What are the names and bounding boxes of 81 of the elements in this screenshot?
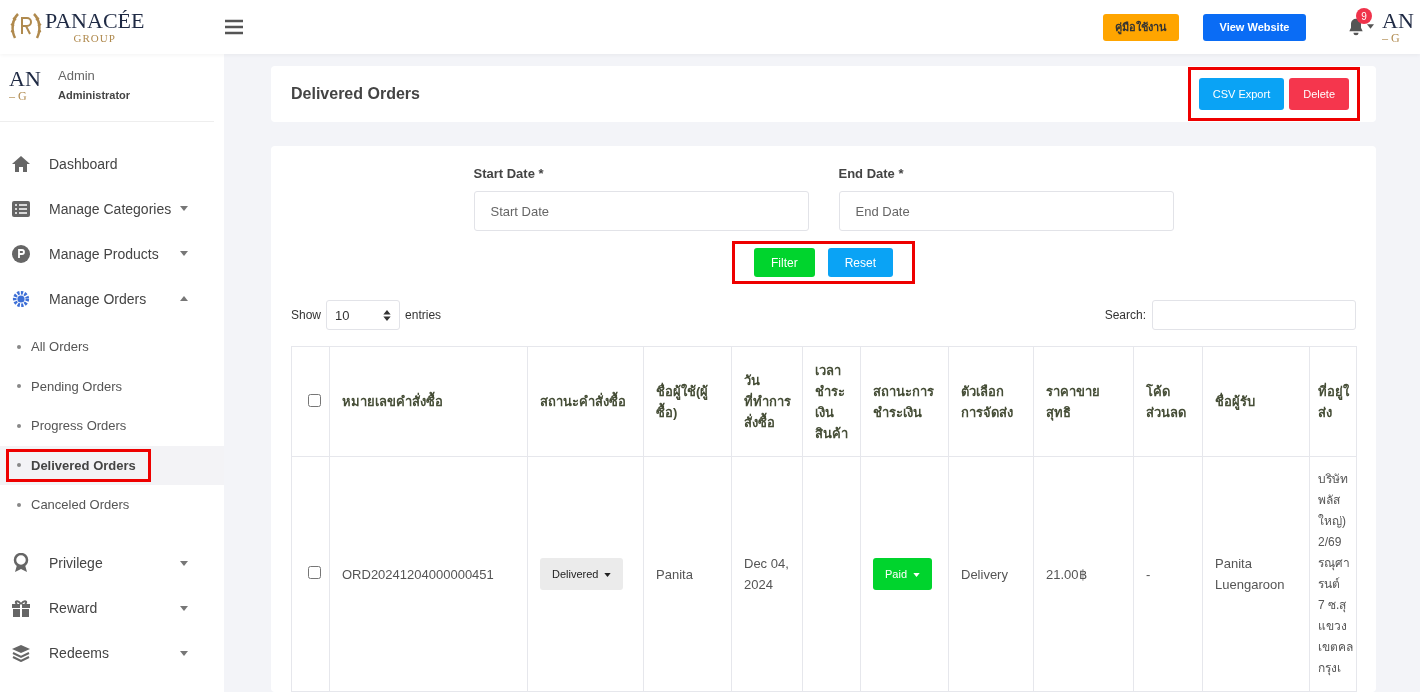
sidebar-item[interactable]: Manage Products <box>0 231 224 276</box>
start-date-label: Start Date * <box>473 166 545 181</box>
sidebar-item[interactable]: Redeems <box>0 630 224 676</box>
search-field[interactable] <box>1152 300 1356 330</box>
sidebar-item-label: Reward <box>49 600 99 616</box>
product-p-icon <box>11 244 31 263</box>
shipping-option: Delivery <box>961 566 1008 582</box>
brand-tagline: GROUP <box>73 32 116 44</box>
sidebar-subitem[interactable]: All Orders <box>6 330 104 364</box>
avatar-logo: AN – G <box>9 68 42 105</box>
sidebar-item[interactable]: Dashboard <box>0 141 224 186</box>
address-line: 2/69 <box>1318 534 1343 551</box>
start-date-field[interactable]: Start Date <box>473 191 809 231</box>
net-price: 21.00฿ <box>1046 566 1087 582</box>
order-number: ORD20241204000000451 <box>342 566 494 582</box>
caret-icon <box>604 573 612 578</box>
user-name: Admin <box>58 68 96 83</box>
address-line: 7 ซ.สุ <box>1318 597 1348 615</box>
gear-icon <box>11 289 31 308</box>
caret-icon <box>913 573 921 578</box>
menu-icon[interactable] <box>225 19 243 35</box>
sidebar-subitem[interactable]: Progress Orders <box>6 409 142 443</box>
entries-label: entries <box>405 308 442 322</box>
address-line: ใหญ่) <box>1318 513 1347 530</box>
user-role: Administrator <box>58 89 131 101</box>
caret-icon <box>180 560 188 566</box>
brand-logo[interactable]: PANACÉE GROUP <box>0 10 215 44</box>
sidebar-item[interactable]: Privilege <box>0 540 224 586</box>
avatar-logo[interactable]: AN – G <box>1382 10 1420 44</box>
notification-count: 9 <box>1356 8 1372 24</box>
select-all-checkbox[interactable] <box>308 393 321 407</box>
caret-icon[interactable] <box>1367 24 1374 29</box>
caret-icon <box>180 650 188 656</box>
address-line: พลัส <box>1318 492 1341 509</box>
list-icon <box>11 200 31 217</box>
column-header[interactable]: สถานะคำสั่งซื้อ <box>540 391 626 412</box>
sort-arrows-icon <box>383 309 392 321</box>
caret-icon <box>180 251 188 256</box>
order-date: Dec 04, 2024 <box>744 556 789 592</box>
sidebar-item-label: Manage Products <box>49 245 160 262</box>
page-title: Delivered Orders <box>291 85 420 103</box>
end-date-field[interactable]: End Date <box>838 191 1174 231</box>
column-header[interactable]: ชื่อผู้รับ <box>1215 391 1255 412</box>
sidebar-item-label: Dashboard <box>49 155 119 172</box>
user-guide-button[interactable]: คู่มือใช้งาน <box>1103 13 1179 41</box>
address-line: เขตคล <box>1318 639 1354 656</box>
action-button[interactable]: Delete <box>1289 78 1349 110</box>
sidebar-subitem[interactable]: Delivered Orders <box>6 448 151 482</box>
sidebar-item[interactable]: Manage Orders <box>0 276 224 321</box>
page-size-select[interactable]: 10 <box>326 300 401 330</box>
row-checkbox[interactable] <box>308 566 321 579</box>
search-label: Search: <box>1104 308 1146 322</box>
sidebar-subitem[interactable]: Canceled Orders <box>6 488 145 522</box>
brand-name: PANACÉE <box>45 10 145 32</box>
order-status-dropdown[interactable]: Delivered <box>540 558 624 590</box>
sidebar-item[interactable]: Manage Categories <box>0 186 224 231</box>
address-line: รณุศา <box>1318 555 1351 573</box>
caret-icon <box>180 296 188 301</box>
gift-icon <box>11 599 31 617</box>
receiver-name: Panita Luengaroon <box>1215 556 1285 592</box>
sidebar-item-label: Privilege <box>49 555 104 571</box>
sidebar-item-label: Manage Categories <box>49 200 173 217</box>
address-line: รนต์ <box>1318 576 1341 593</box>
sidebar-item-label: Manage Orders <box>49 290 148 307</box>
layers-icon <box>11 644 31 662</box>
column-header[interactable]: หมายเลขคำสั่งซื้อ <box>342 391 443 412</box>
buyer-name: Panita <box>656 566 693 582</box>
home-icon <box>11 154 31 173</box>
show-label: Show <box>291 308 322 322</box>
view-website-button[interactable]: View Website <box>1203 13 1306 41</box>
sidebar-item[interactable]: Reward <box>0 585 224 631</box>
caret-icon <box>180 206 188 211</box>
caret-icon <box>180 605 188 611</box>
discount-code: - <box>1146 566 1151 582</box>
medal-icon <box>11 553 31 573</box>
address-line: บริษัท <box>1318 471 1349 488</box>
address-line: กรุงเ <box>1318 660 1342 678</box>
sidebar-item-label: Redeems <box>49 645 110 661</box>
address-line: แขวง <box>1318 618 1348 635</box>
sidebar-subitem[interactable]: Pending Orders <box>6 369 138 403</box>
end-date-label: End Date * <box>838 166 905 181</box>
